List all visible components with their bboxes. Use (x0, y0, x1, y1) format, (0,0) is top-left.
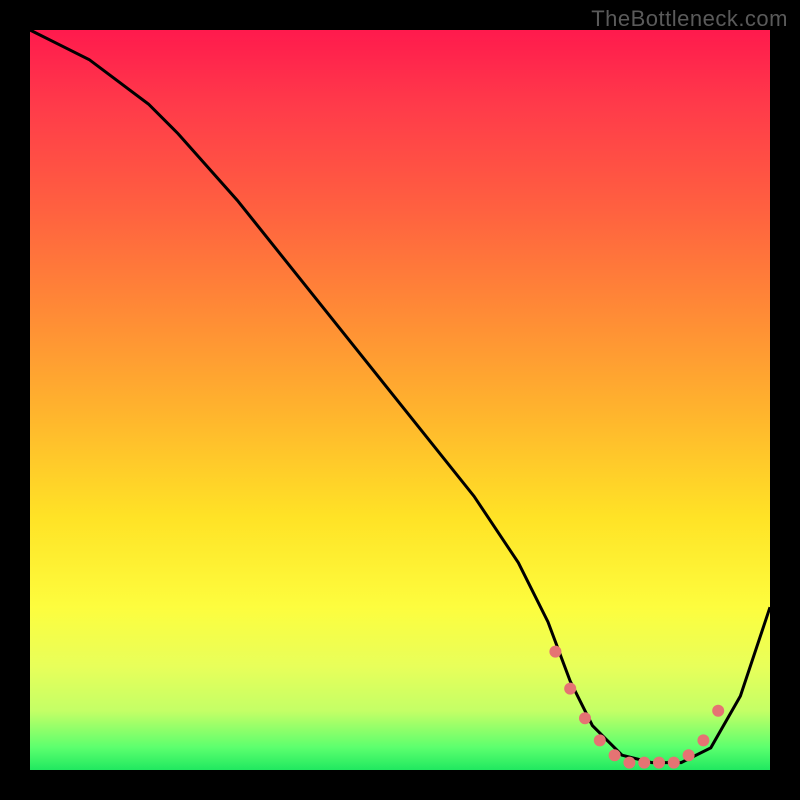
flat-dot (609, 749, 621, 761)
flat-region-dots (549, 646, 724, 769)
flat-dot (623, 757, 635, 769)
flat-dot (697, 734, 709, 746)
flat-dot (638, 757, 650, 769)
flat-dot (579, 712, 591, 724)
flat-dot (653, 757, 665, 769)
curve-layer (30, 30, 770, 770)
flat-dot (564, 683, 576, 695)
flat-dot (712, 705, 724, 717)
chart-frame: TheBottleneck.com (0, 0, 800, 800)
plot-area (30, 30, 770, 770)
flat-dot (683, 749, 695, 761)
flat-dot (549, 646, 561, 658)
bottleneck-curve (30, 30, 770, 763)
watermark-text: TheBottleneck.com (591, 6, 788, 32)
flat-dot (594, 734, 606, 746)
flat-dot (668, 757, 680, 769)
